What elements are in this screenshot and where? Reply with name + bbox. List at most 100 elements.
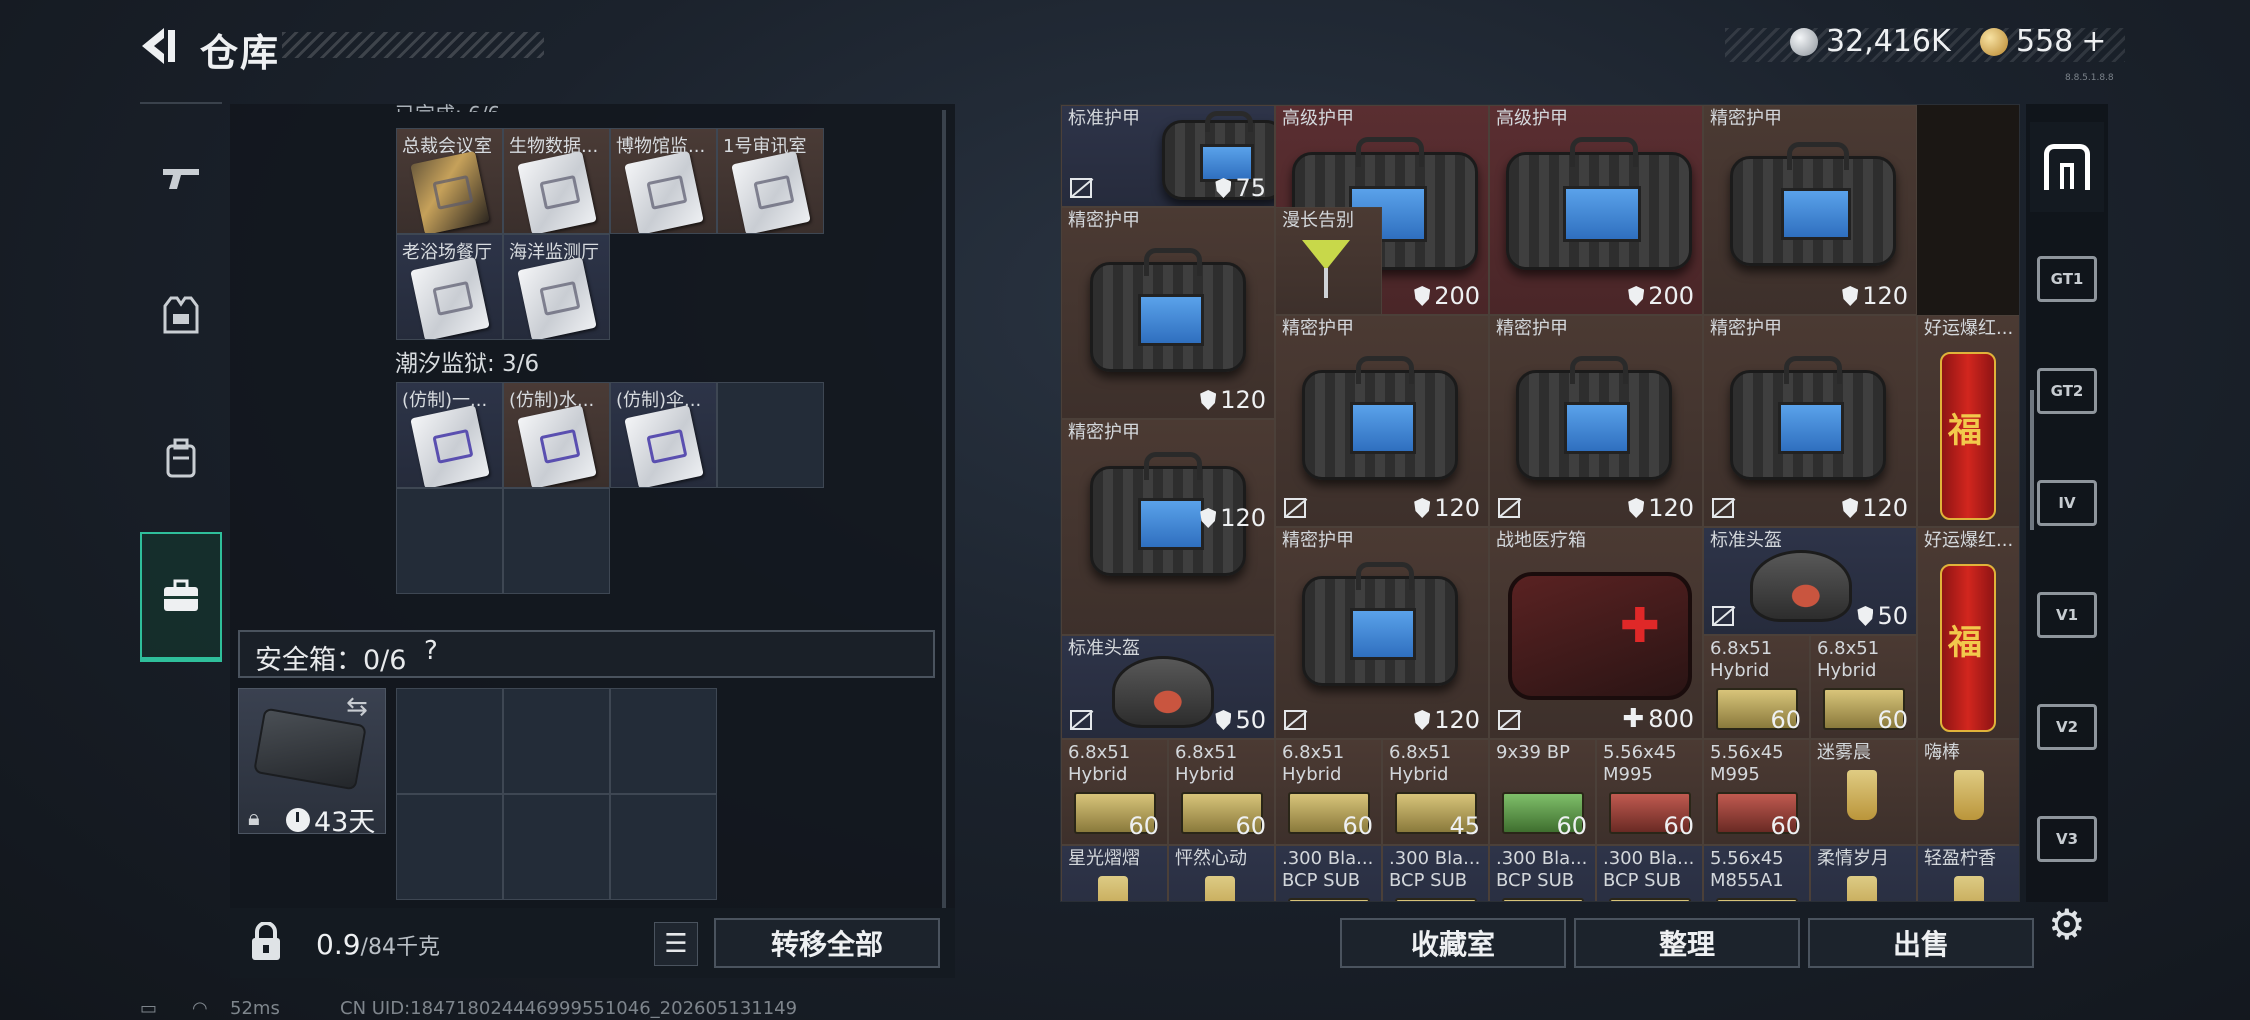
collection-room-button[interactable]: 收藏室 xyxy=(1340,918,1566,968)
shield-icon xyxy=(1414,286,1431,306)
tab-backpack[interactable] xyxy=(140,398,222,518)
no-repair-icon xyxy=(1498,710,1520,730)
safe-slot[interactable] xyxy=(503,688,610,794)
stash-item[interactable]: 迷雾晨 xyxy=(1810,739,1917,845)
stash-item[interactable]: 6.8x51 Hybrid 45 xyxy=(1382,739,1489,845)
ammo-icon xyxy=(1288,898,1370,901)
stash-item[interactable]: 5.56x45 M995 60 xyxy=(1703,739,1810,845)
stash-item[interactable]: 精密护甲 120 xyxy=(1275,315,1489,527)
shield-icon xyxy=(1414,498,1431,518)
tab-weapons[interactable] xyxy=(140,118,222,238)
tab-armor[interactable] xyxy=(140,256,222,376)
ammo-icon xyxy=(1395,898,1477,901)
stash-tab-iv[interactable]: IV xyxy=(2030,458,2104,548)
stash-tab-home[interactable] xyxy=(2030,122,2104,212)
stash-item[interactable]: 嗨棒 xyxy=(1917,739,2019,845)
collectible-card[interactable]: 博物馆监... xyxy=(610,128,717,234)
stash-grid: 标准护甲 75 高级护甲 200 高级护甲 200 精密护甲 120 精密护甲 … xyxy=(1060,104,2020,902)
sell-button[interactable]: 出售 xyxy=(1808,918,2034,968)
stash-item[interactable]: 精密护甲 120 xyxy=(1703,315,1917,527)
stash-item[interactable]: 标准头盔 50 xyxy=(1703,527,1917,635)
stash-item[interactable]: .300 Bla... BCP SUB xyxy=(1275,845,1382,901)
stash-item[interactable]: .300 Bla... BCP SUB xyxy=(1489,845,1596,901)
add-currency-icon[interactable]: + xyxy=(2081,24,2106,59)
stash-item[interactable]: 6.8x51 Hybrid 60 xyxy=(1168,739,1275,845)
stash-item[interactable]: 9x39 BP 60 xyxy=(1489,739,1596,845)
safe-slot[interactable] xyxy=(396,794,503,900)
collection-a-label: 已完成: 6/6 xyxy=(395,98,500,112)
collectible-card[interactable]: (仿制)伞... xyxy=(610,382,717,488)
safe-slot[interactable] xyxy=(503,794,610,900)
stash-item[interactable]: 轻盈柠香 xyxy=(1917,845,2019,901)
no-repair-icon xyxy=(1712,498,1734,518)
keycard-icon xyxy=(517,256,597,339)
stash-item[interactable]: 6.8x51 Hybrid 60 xyxy=(1061,739,1168,845)
keycard-icon xyxy=(410,256,490,339)
stash-item[interactable]: 6.8x51 Hybrid 60 xyxy=(1703,635,1810,739)
empty-slot[interactable] xyxy=(396,488,503,594)
collectible-card[interactable]: 海洋监测厅 xyxy=(503,234,610,340)
transfer-all-button[interactable]: 转移全部 xyxy=(714,918,940,968)
stash-item[interactable]: 6.8x51 Hybrid 60 xyxy=(1810,635,1917,739)
stash-tab-v2[interactable]: V2 xyxy=(2030,682,2104,772)
stash-tab-v3[interactable]: V3 xyxy=(2030,794,2104,884)
stash-item[interactable]: 星光熠熠 xyxy=(1061,845,1168,901)
drink-icon xyxy=(1847,770,1877,820)
stash-item[interactable]: 5.56x45 M995 60 xyxy=(1596,739,1703,845)
armor-icon xyxy=(1302,562,1458,686)
collection-b-label: 潮汐监狱: 3/6 xyxy=(395,351,540,377)
home-stash-icon xyxy=(2044,144,2090,190)
stash-item[interactable]: 精密护甲 120 xyxy=(1489,315,1703,527)
safe-slot[interactable] xyxy=(610,688,717,794)
back-arrow-icon[interactable] xyxy=(136,24,180,68)
swap-icon[interactable]: ⇆ xyxy=(346,692,368,722)
stash-item[interactable]: 漫长告别 xyxy=(1275,207,1382,315)
keycard-icon xyxy=(410,404,490,487)
collectible-card[interactable]: 老浴场餐厅 xyxy=(396,234,503,340)
empty-slot[interactable] xyxy=(717,382,824,488)
collectible-card[interactable]: 总裁会议室 xyxy=(396,128,503,234)
stash-item[interactable]: 战地医疗箱 ✚800 xyxy=(1489,527,1703,739)
organize-button[interactable]: 整理 xyxy=(1574,918,1800,968)
stash-item[interactable]: 5.56x45 M855A1 xyxy=(1703,845,1810,901)
list-view-button[interactable]: ☰ xyxy=(654,922,698,966)
empty-slot[interactable] xyxy=(503,488,610,594)
stash-item[interactable]: 精密护甲 120 xyxy=(1061,207,1275,419)
safe-timer: 43天 xyxy=(286,800,375,839)
collectible-card[interactable]: (仿制)一... xyxy=(396,382,503,488)
stash-item[interactable]: 怦然心动 xyxy=(1168,845,1275,901)
stash-tab-v1[interactable]: V1 xyxy=(2030,570,2104,660)
stash-page-icon: V3 xyxy=(2037,816,2097,862)
currency-premium-value: 558 xyxy=(2016,24,2074,59)
stash-item[interactable]: 好运爆红... xyxy=(1917,527,2019,739)
stash-tab-gt2[interactable]: GT2 xyxy=(2030,346,2104,436)
settings-gear-icon[interactable]: ⚙ xyxy=(2048,900,2086,949)
weight-value: 0.9 xyxy=(316,928,361,961)
stash-item[interactable]: 精密护甲 120 xyxy=(1703,105,1917,315)
ammo-icon xyxy=(1502,898,1584,901)
tab-safe[interactable] xyxy=(140,532,222,662)
collectible-card[interactable]: 1号审讯室 xyxy=(717,128,824,234)
stash-item[interactable]: 好运爆红... xyxy=(1917,315,2019,527)
stash-item[interactable]: 标准头盔 50 xyxy=(1061,635,1275,739)
stash-tab-gt1[interactable]: GT1 xyxy=(2030,234,2104,324)
stash-item[interactable]: 高级护甲 200 xyxy=(1489,105,1703,315)
stash-item[interactable]: 柔情岁月 xyxy=(1810,845,1917,901)
stash-item[interactable]: .300 Bla... BCP SUB xyxy=(1596,845,1703,901)
stash-item[interactable]: 精密护甲 120 xyxy=(1061,419,1275,635)
left-scrollbar[interactable] xyxy=(942,110,946,910)
safe-slot[interactable] xyxy=(610,794,717,900)
collectible-card[interactable]: (仿制)水... xyxy=(503,382,610,488)
stash-item[interactable]: 标准护甲 75 xyxy=(1061,105,1275,207)
currency-premium[interactable]: 558 + xyxy=(1980,24,2106,59)
version-text: 8.8.5.1.8.8 xyxy=(2065,73,2114,83)
stash-item[interactable]: .300 Bla... BCP SUB xyxy=(1382,845,1489,901)
helmet-icon xyxy=(1112,656,1214,728)
stash-item[interactable]: 精密护甲 120 xyxy=(1275,527,1489,739)
stash-item[interactable]: 6.8x51 Hybrid 60 xyxy=(1275,739,1382,845)
gold-coin-icon xyxy=(1980,27,2008,56)
safe-slot[interactable] xyxy=(396,688,503,794)
help-icon[interactable]: ? xyxy=(424,636,438,666)
padlock-icon[interactable] xyxy=(249,922,283,962)
collectible-card[interactable]: 生物数据... xyxy=(503,128,610,234)
